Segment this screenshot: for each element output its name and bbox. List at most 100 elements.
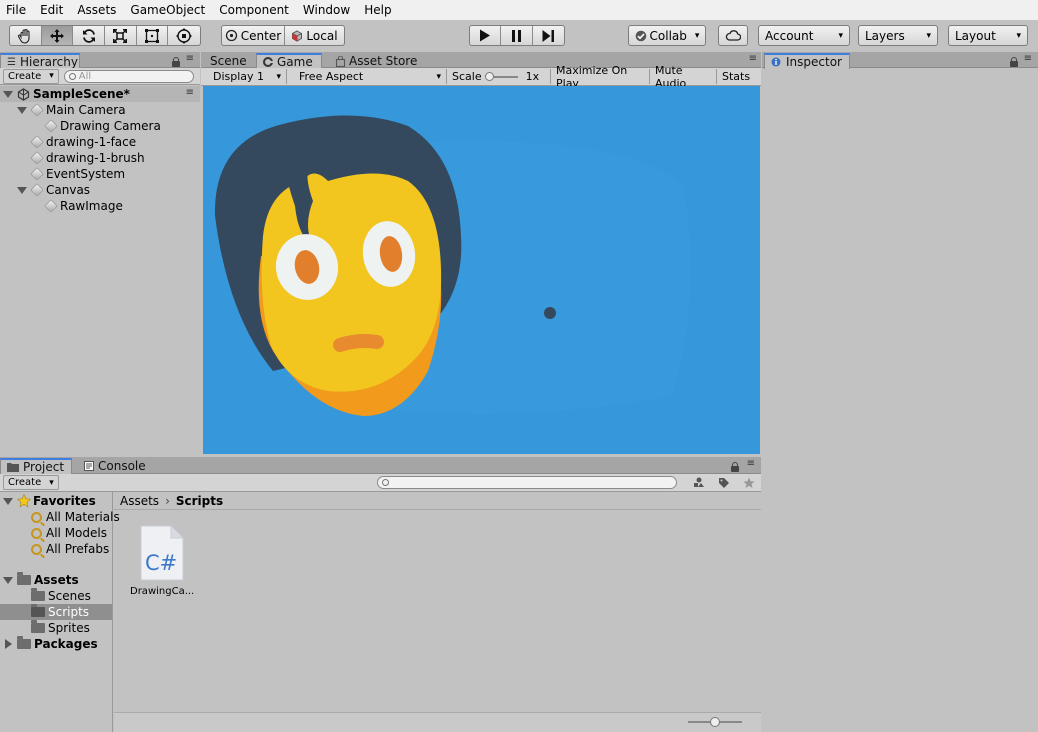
layers-label: Layers [865,28,905,43]
favorites-header[interactable]: Favorites [3,493,96,509]
layout-dropdown[interactable]: Layout [948,25,1028,46]
local-label: Local [306,28,338,43]
console-tab-label: Console [98,459,146,473]
step-button[interactable] [533,26,564,45]
menu-file[interactable]: File [6,3,26,17]
menu-window[interactable]: Window [303,3,350,17]
hierarchy-search-input[interactable]: All [63,69,194,83]
collapse-arrow-icon[interactable] [5,639,12,649]
panel-menu-icon[interactable]: ≡ [749,53,757,64]
expand-arrow-icon[interactable] [3,90,13,98]
scene-menu-icon[interactable]: ≡ [186,87,194,98]
menu-assets[interactable]: Assets [77,3,116,17]
tab-asset-store[interactable]: Asset Store [329,53,423,69]
menu-component[interactable]: Component [219,3,289,17]
favorite-all-materials[interactable]: All Materials [31,509,120,525]
maximize-on-play-toggle[interactable]: Maximize On Play [551,64,650,90]
icon-size-slider-thumb[interactable] [710,717,720,727]
project-search-input[interactable] [377,476,677,489]
packages-header[interactable]: Packages [3,636,98,652]
scale-slider[interactable] [484,71,518,81]
expand-arrow-icon[interactable] [17,186,27,194]
tab-scene[interactable]: Scene [204,53,253,69]
tab-inspector[interactable]: Inspector [764,53,850,69]
hierarchy-item-drawing-camera[interactable]: Drawing Camera [44,118,161,134]
panel-menu-icon[interactable]: ≡ [1024,53,1032,64]
favorites-star-icon [17,494,31,508]
tab-game[interactable]: Game [256,53,322,69]
favorite-star-icon[interactable] [742,477,755,489]
breadcrumb-assets[interactable]: Assets [120,494,159,508]
folder-scenes[interactable]: Scenes [31,588,91,604]
create-label: Create [8,477,42,488]
favorite-all-prefabs[interactable]: All Prefabs [31,541,109,557]
hierarchy-item-main-camera[interactable]: Main Camera [17,102,126,118]
folder-scripts[interactable]: Scripts [31,604,89,620]
filter-by-type-icon[interactable] [693,477,705,488]
hierarchy-item-rawimage[interactable]: RawImage [44,198,123,214]
tab-hierarchy[interactable]: ☰ Hierarchy [0,53,80,69]
account-dropdown[interactable]: Account [758,25,850,46]
favorite-all-models[interactable]: All Models [31,525,107,541]
favorites-label: Favorites [33,494,96,508]
scale-control: Scale 1x [447,69,551,84]
local-toggle[interactable]: Local [285,26,344,45]
rect-tool-button[interactable] [137,26,169,45]
check-circle-icon [635,30,646,41]
project-tab-label: Project [23,460,65,474]
scale-icon [113,28,128,43]
hierarchy-item-drawing-1-brush[interactable]: drawing-1-brush [30,150,145,166]
scale-tool-button[interactable] [105,26,137,45]
expand-arrow-icon[interactable] [3,576,13,584]
center-toggle[interactable]: Center [222,26,285,45]
hierarchy-item-eventsystem[interactable]: EventSystem [30,166,125,182]
mouth [333,334,384,352]
transform-tool-button[interactable] [168,26,200,45]
game-viewport[interactable] [203,86,760,454]
hand-tool-button[interactable] [10,26,42,45]
folder-sprites[interactable]: Sprites [31,620,90,636]
mute-audio-toggle[interactable]: Mute Audio [650,64,717,90]
move-tool-button[interactable] [41,26,74,45]
menu-edit[interactable]: Edit [40,3,63,17]
pause-button[interactable] [501,26,533,45]
breadcrumb: Assets › Scripts [114,492,761,510]
search-placeholder: All [78,70,92,82]
asset-file-drawingcamera[interactable]: C# DrawingCa... [128,525,198,597]
project-create-button[interactable]: Create [3,475,59,490]
aspect-dropdown[interactable]: Free Aspect [287,69,447,84]
collab-dropdown[interactable]: Collab [628,25,706,46]
game-panel: Scene Game Asset Store ≡ Display 1 Free … [201,52,761,454]
lock-icon[interactable] [1010,56,1018,70]
expand-arrow-icon[interactable] [17,106,27,114]
expand-arrow-icon[interactable] [3,497,13,505]
item-label: Drawing Camera [60,119,161,133]
display-dropdown[interactable]: Display 1 [201,69,287,84]
hierarchy-create-button[interactable]: Create [3,68,59,84]
stats-toggle[interactable]: Stats [717,69,755,84]
hierarchy-item-canvas[interactable]: Canvas [17,182,90,198]
game-tab-icon [263,57,273,67]
scene-row[interactable]: SampleScene* ≡ [0,86,200,102]
panel-menu-icon[interactable]: ≡ [186,53,194,64]
filter-by-label-icon[interactable] [718,477,730,489]
hierarchy-panel: ☰ Hierarchy ≡ Create All SampleScene* ≡ … [0,52,200,454]
favorite-label: All Prefabs [46,542,110,556]
tab-project[interactable]: Project [0,458,72,474]
scale-slider-thumb[interactable] [484,71,494,81]
menu-gameobject[interactable]: GameObject [130,3,205,17]
folder-icon [31,604,45,617]
inspector-tab-label: Inspector [786,55,842,69]
menu-help[interactable]: Help [364,3,391,17]
play-button[interactable] [470,26,502,45]
tab-console[interactable]: Console [78,458,152,474]
lock-icon[interactable] [731,461,739,475]
panel-menu-icon[interactable]: ≡ [747,458,755,469]
layers-dropdown[interactable]: Layers [858,25,938,46]
assets-header[interactable]: Assets [3,572,79,588]
breadcrumb-scripts[interactable]: Scripts [176,494,223,508]
cloud-button[interactable] [718,25,748,46]
icon-size-slider[interactable] [688,717,742,727]
hierarchy-item-drawing-1-face[interactable]: drawing-1-face [30,134,136,150]
rotate-tool-button[interactable] [73,26,106,45]
